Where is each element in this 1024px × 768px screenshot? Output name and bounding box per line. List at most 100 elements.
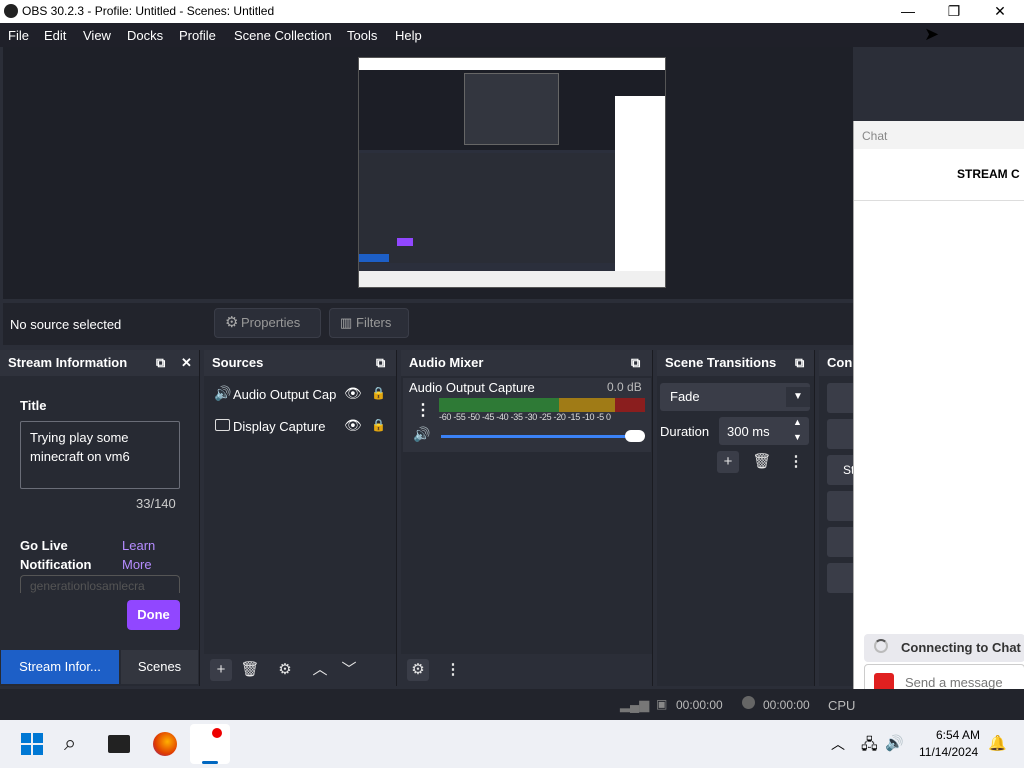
sources-dock: Sources ⧉ 🔊 Audio Output Cap 👁 🔒 Display…	[204, 350, 397, 686]
chevron-down-icon[interactable]: ▼	[793, 432, 802, 442]
close-button[interactable]: ✕	[977, 0, 1023, 23]
menu-help[interactable]: Help	[395, 28, 422, 43]
volume-icon[interactable]: 🔊	[885, 734, 904, 752]
properties-button[interactable]: ⚙ Properties	[214, 308, 321, 338]
cpu-label: CPU	[828, 698, 856, 713]
source-toolbar: No source selected ⚙ Properties ▥ Filter…	[3, 303, 853, 345]
title-input[interactable]: Trying play some minecraft on vm6	[20, 421, 180, 489]
controls-dock: Con St	[819, 350, 857, 686]
trash-icon[interactable]: 🗑	[239, 659, 261, 681]
dock-header: Audio Mixer ⧉	[401, 350, 652, 376]
chevron-up-icon[interactable]: ︿	[831, 734, 845, 754]
notification-input[interactable]: generationlosamlecra	[20, 575, 180, 593]
volume-slider[interactable]	[441, 435, 631, 438]
search-icon[interactable]: ⌕	[64, 730, 76, 756]
stream-info-title: Stream Information	[8, 355, 128, 370]
connecting-text: Connecting to Chat	[901, 640, 1021, 655]
menu-bar: File Edit View Docks Profile Scene Colle…	[0, 23, 1024, 47]
transition-select[interactable]: Fade ▼	[660, 383, 810, 411]
gear-icon[interactable]: ⚙	[407, 659, 429, 681]
volume-handle[interactable]	[625, 430, 645, 442]
source-label: Audio Output Cap	[233, 387, 337, 402]
duration-spinbox[interactable]: 300 ms ▲ ▼	[719, 417, 809, 445]
meter-scale: -60 -55 -50 -45 -40 -35 -30 -25 -20 -15 …	[439, 412, 611, 422]
window-title: OBS 30.2.3 - Profile: Untitled - Scenes:…	[22, 4, 275, 18]
menu-tools[interactable]: Tools	[347, 28, 377, 43]
no-source-label: No source selected	[10, 317, 122, 332]
signal-icon: ▂▄▆	[620, 697, 650, 712]
add-icon[interactable]: +	[210, 659, 232, 681]
audio-mixer-dock: Audio Mixer ⧉ Audio Output Capture 0.0 d…	[401, 350, 653, 686]
chevron-down-icon[interactable]: ﹀	[338, 659, 360, 681]
obs-taskbar-button[interactable]	[190, 724, 230, 764]
lock-icon[interactable]: 🔒	[371, 386, 386, 400]
sources-toolbar: + 🗑 ⚙ ︿ ﹀	[204, 654, 396, 686]
close-icon[interactable]: ✕	[181, 350, 192, 376]
dock-header: Con	[819, 350, 855, 376]
learn-more-link[interactable]: Learn More	[122, 536, 172, 574]
gear-icon: ⚙	[225, 314, 239, 331]
mixer-channel: Audio Output Capture 0.0 dB ⋮ -60 -55 -5…	[403, 378, 651, 452]
obs-logo-icon	[4, 4, 18, 18]
menu-view[interactable]: View	[83, 28, 111, 43]
network-icon[interactable]: 🖧	[861, 734, 878, 759]
more-icon[interactable]: ⋮	[415, 400, 431, 420]
menu-file[interactable]: File	[8, 28, 29, 43]
taskbar: ⌕ ︿ 🖧 🔊 6:54 AM 11/14/2024 🔔	[0, 720, 1024, 768]
eye-icon[interactable]: 👁	[344, 385, 362, 402]
done-button[interactable]: Done	[127, 600, 180, 630]
filter-icon: ▥	[340, 315, 353, 330]
lock-icon[interactable]: 🔒	[371, 418, 386, 432]
stream-timer: 00:00:00	[676, 698, 723, 712]
undock-icon[interactable]: ⧉	[631, 350, 640, 376]
menu-scene-collection[interactable]: Scene Collection	[234, 28, 332, 43]
eye-icon[interactable]: 👁	[344, 417, 362, 434]
filters-button[interactable]: ▥ Filters	[329, 308, 409, 338]
undock-icon[interactable]: ⧉	[156, 350, 165, 376]
chevron-up-icon[interactable]: ▲	[793, 417, 802, 427]
menu-profile[interactable]: Profile	[179, 28, 216, 43]
more-icon[interactable]: ⋮	[442, 659, 464, 681]
chat-placeholder: Send a message	[905, 675, 1003, 690]
windows-start-icon[interactable]	[21, 733, 43, 755]
clock-time[interactable]: 6:54 AM	[936, 728, 980, 742]
undock-icon[interactable]: ⧉	[376, 350, 385, 376]
file-explorer-icon[interactable]	[108, 735, 130, 753]
minimize-button[interactable]: —	[885, 0, 931, 23]
duration-value: 300 ms	[727, 424, 770, 439]
source-item[interactable]: 🔊 Audio Output Cap 👁 🔒	[204, 382, 397, 408]
go-live-label: Go Live Notification	[20, 538, 92, 572]
active-indicator	[202, 761, 218, 764]
menu-docks[interactable]: Docks	[127, 28, 163, 43]
record-indicator-icon	[212, 728, 222, 738]
trash-icon[interactable]: 🗑	[751, 451, 773, 473]
tab-stream-information[interactable]: Stream Infor...	[1, 650, 119, 684]
firefox-icon[interactable]	[153, 732, 177, 756]
undock-icon[interactable]: ⧉	[795, 350, 804, 376]
chevron-down-icon: ▼	[786, 387, 810, 407]
tab-scenes[interactable]: Scenes	[121, 650, 198, 684]
meter-green	[439, 398, 559, 412]
chevron-up-icon[interactable]: ︿	[309, 659, 331, 681]
chat-title-area: STREAM C	[854, 149, 1024, 201]
add-icon[interactable]: +	[717, 451, 739, 473]
meter-red	[615, 398, 645, 412]
clock-date[interactable]: 11/14/2024	[919, 745, 978, 759]
gear-icon[interactable]: ⚙	[274, 659, 296, 681]
dock-header: Scene Transitions ⧉	[657, 350, 814, 376]
meter-yellow	[559, 398, 615, 412]
char-count: 33/140	[136, 496, 176, 511]
notification-bell-icon[interactable]: 🔔	[988, 734, 1007, 752]
cursor-icon: ➤	[924, 24, 940, 44]
preview-screen	[358, 57, 666, 288]
more-icon[interactable]: ⋮	[785, 451, 807, 473]
menu-edit[interactable]: Edit	[44, 28, 66, 43]
source-item[interactable]: Display Capture 👁 🔒	[204, 414, 397, 440]
speaker-icon[interactable]: 🔊	[413, 426, 430, 443]
chat-window: Chat STREAM C Connecting to Chat Send a …	[853, 121, 1024, 701]
restore-button[interactable]: ❐	[931, 0, 977, 23]
mixer-toolbar: ⚙ ⋮	[401, 654, 652, 686]
sources-title: Sources	[212, 355, 264, 370]
stream-information-dock: Stream Information ⧉ ✕ Title Trying play…	[0, 350, 200, 686]
record-icon	[742, 696, 755, 709]
